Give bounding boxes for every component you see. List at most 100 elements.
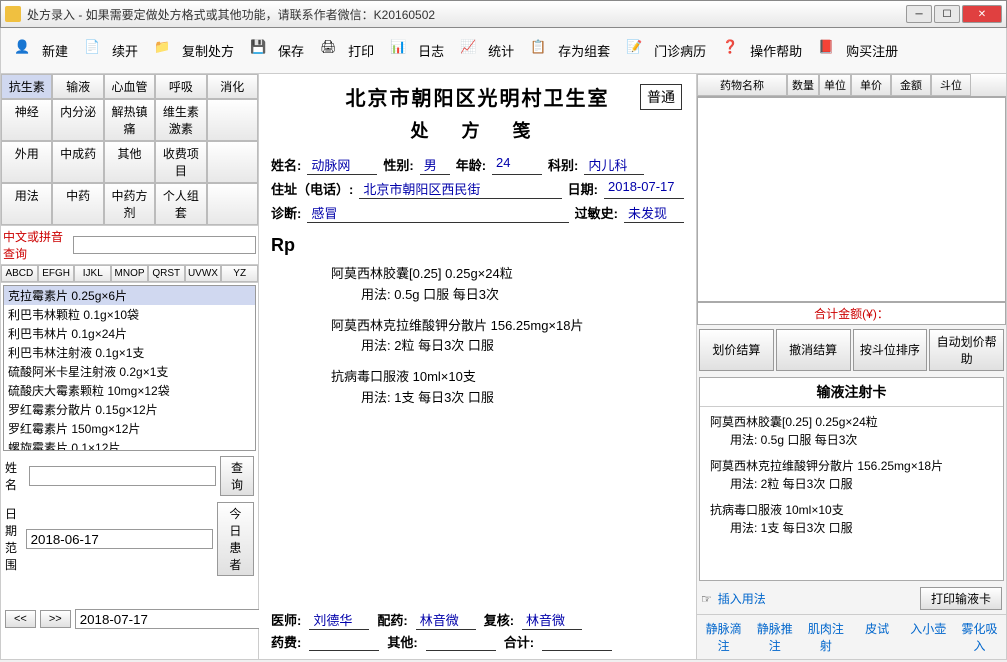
alpha-QRST[interactable]: QRST	[148, 265, 185, 282]
rx-date[interactable]: 2018-07-17	[604, 179, 684, 199]
category-其他[interactable]: 其他	[104, 141, 155, 183]
drug-item[interactable]: 利巴韦林颗粒 0.1g×10袋	[4, 305, 255, 324]
date-to-input[interactable]	[75, 609, 262, 629]
link-皮试[interactable]: 皮试	[853, 617, 902, 657]
category-中药方剂[interactable]: 中药方剂	[104, 183, 155, 225]
category-心血管[interactable]: 心血管	[104, 74, 155, 99]
print-injection-button[interactable]: 打印输液卡	[920, 587, 1002, 610]
btn-按斗位排序[interactable]: 按斗位排序	[853, 329, 928, 371]
category-外用[interactable]: 外用	[1, 141, 52, 183]
alpha-MNOP[interactable]: MNOP	[111, 265, 148, 282]
category-解热镇痛[interactable]: 解热镇痛	[104, 99, 155, 141]
rx-body[interactable]: 阿莫西林胶囊[0.25] 0.25g×24粒用法: 0.5g 口服 每日3次阿莫…	[271, 264, 684, 608]
category-抗生素[interactable]: 抗生素	[1, 74, 52, 99]
maximize-button[interactable]: ☐	[934, 5, 960, 23]
category-神经[interactable]: 神经	[1, 99, 52, 141]
drug-list[interactable]: 克拉霉素片 0.25g×6片利巴韦林颗粒 0.1g×10袋利巴韦林片 0.1g×…	[3, 285, 256, 451]
toolbar-icon: 📝	[626, 39, 650, 63]
patient-address[interactable]: 北京市朝阳区西民街	[359, 179, 561, 199]
table-col-金额[interactable]: 金额	[891, 74, 931, 96]
minimize-button[interactable]: ─	[906, 5, 932, 23]
drug-item[interactable]: 硫酸阿米卡星注射液 0.2g×1支	[4, 362, 255, 381]
category-中成药[interactable]: 中成药	[52, 141, 103, 183]
patient-age[interactable]: 24	[492, 155, 542, 175]
rx-drug-item[interactable]: 阿莫西林克拉维酸钾分散片 156.25mg×18片用法: 2粒 每日3次 口服	[331, 316, 684, 358]
btn-撤消结算[interactable]: 撤消结算	[776, 329, 851, 371]
drug-item[interactable]: 利巴韦林片 0.1g×24片	[4, 324, 255, 343]
category-中药[interactable]: 中药	[52, 183, 103, 225]
toolbar-icon: 📁	[154, 39, 178, 63]
dispenser[interactable]: 林音微	[416, 610, 476, 630]
search-input[interactable]	[73, 236, 256, 254]
next-button[interactable]: >>	[40, 610, 71, 628]
table-col-单位[interactable]: 单位	[819, 74, 851, 96]
table-col-单价[interactable]: 单价	[851, 74, 891, 96]
category-内分泌[interactable]: 内分泌	[52, 99, 103, 141]
table-col-斗位[interactable]: 斗位	[931, 74, 971, 96]
alpha-UVWX[interactable]: UVWX	[185, 265, 222, 282]
today-patient-button[interactable]: 今日患者	[217, 502, 254, 576]
toolbar-新建[interactable]: 👤新建	[7, 34, 75, 68]
category-收费项目[interactable]: 收费项目	[155, 141, 206, 183]
toolbar-续开[interactable]: 📄续开	[77, 34, 145, 68]
drug-item[interactable]: 克拉霉素片 0.25g×6片	[4, 286, 255, 305]
toolbar-存为组套[interactable]: 📋存为组套	[523, 34, 617, 68]
doctor[interactable]: 刘德华	[309, 610, 369, 630]
table-col-药物名称[interactable]: 药物名称	[697, 74, 787, 96]
category-呼吸[interactable]: 呼吸	[155, 74, 206, 99]
toolbar-门诊病历[interactable]: 📝门诊病历	[619, 34, 713, 68]
btn-自动划价帮助[interactable]: 自动划价帮助	[929, 329, 1004, 371]
name-input[interactable]	[29, 466, 216, 486]
insert-usage-link[interactable]: 插入用法	[718, 590, 766, 607]
toolbar-打印[interactable]: 🖨打印	[313, 34, 381, 68]
price-table-body[interactable]	[697, 97, 1006, 302]
category-维生素激素[interactable]: 维生素激素	[155, 99, 206, 141]
link-静脉推注[interactable]: 静脉推注	[750, 617, 799, 657]
rx-drug-item[interactable]: 阿莫西林胶囊[0.25] 0.25g×24粒用法: 0.5g 口服 每日3次	[331, 264, 684, 306]
table-col-数量[interactable]: 数量	[787, 74, 819, 96]
allergy[interactable]: 未发现	[624, 203, 684, 223]
total-fee[interactable]	[542, 632, 612, 651]
btn-划价结算[interactable]: 划价结算	[699, 329, 774, 371]
link-肌肉注射[interactable]: 肌肉注射	[801, 617, 850, 657]
category-个人组套[interactable]: 个人组套	[155, 183, 206, 225]
patient-sex[interactable]: 男	[420, 155, 450, 175]
drug-item[interactable]: 罗红霉素分散片 0.15g×12片	[4, 400, 255, 419]
toolbar-icon: 📄	[84, 39, 108, 63]
category-用法[interactable]: 用法	[1, 183, 52, 225]
date-from-input[interactable]	[26, 529, 213, 549]
drug-item[interactable]: 利巴韦林注射液 0.1g×1支	[4, 343, 255, 362]
diagnosis[interactable]: 感冒	[307, 203, 568, 223]
inj-drug-item: 阿莫西林胶囊[0.25] 0.25g×24粒用法: 0.5g 口服 每日3次	[710, 413, 993, 449]
toolbar-复制处方[interactable]: 📁复制处方	[147, 34, 241, 68]
department[interactable]: 内儿科	[584, 155, 644, 175]
link-入小壶[interactable]: 入小壶	[904, 617, 953, 657]
toolbar-日志[interactable]: 📊日志	[383, 34, 451, 68]
prev-button[interactable]: <<	[5, 610, 36, 628]
drug-item[interactable]: 硫酸庆大霉素颗粒 10mg×12袋	[4, 381, 255, 400]
patient-name[interactable]: 动脉网	[307, 155, 377, 175]
checker[interactable]: 林音微	[522, 610, 582, 630]
link-静脉滴注[interactable]: 静脉滴注	[699, 617, 748, 657]
alpha-ABCD[interactable]: ABCD	[1, 265, 38, 282]
link-雾化吸入[interactable]: 雾化吸入	[955, 617, 1004, 657]
toolbar-购买注册[interactable]: 📕购买注册	[811, 34, 905, 68]
toolbar-操作帮助[interactable]: ❓操作帮助	[715, 34, 809, 68]
right-panel: 药物名称数量单位单价金额斗位 合计金额(¥)： 划价结算撤消结算按斗位排序自动划…	[696, 74, 1006, 659]
toolbar-icon: 📈	[460, 39, 484, 63]
category-消化[interactable]: 消化	[207, 74, 258, 99]
category-输液[interactable]: 输液	[52, 74, 103, 99]
drug-item[interactable]: 螺旋霉素片 0.1×12片	[4, 438, 255, 451]
drug-item[interactable]: 罗红霉素片 150mg×12片	[4, 419, 255, 438]
alpha-EFGH[interactable]: EFGH	[38, 265, 75, 282]
alpha-IJKL[interactable]: IJKL	[74, 265, 111, 282]
close-button[interactable]: ✕	[962, 5, 1002, 23]
other-fee[interactable]	[426, 632, 496, 651]
drug-fee[interactable]	[309, 632, 379, 651]
toolbar-保存[interactable]: 💾保存	[243, 34, 311, 68]
toolbar-统计[interactable]: 📈统计	[453, 34, 521, 68]
search-button[interactable]: 查 询	[220, 456, 254, 496]
rx-drug-item[interactable]: 抗病毒口服液 10ml×10支用法: 1支 每日3次 口服	[331, 367, 684, 409]
hand-icon: ☞	[701, 592, 712, 606]
alpha-YZ[interactable]: YZ	[221, 265, 258, 282]
